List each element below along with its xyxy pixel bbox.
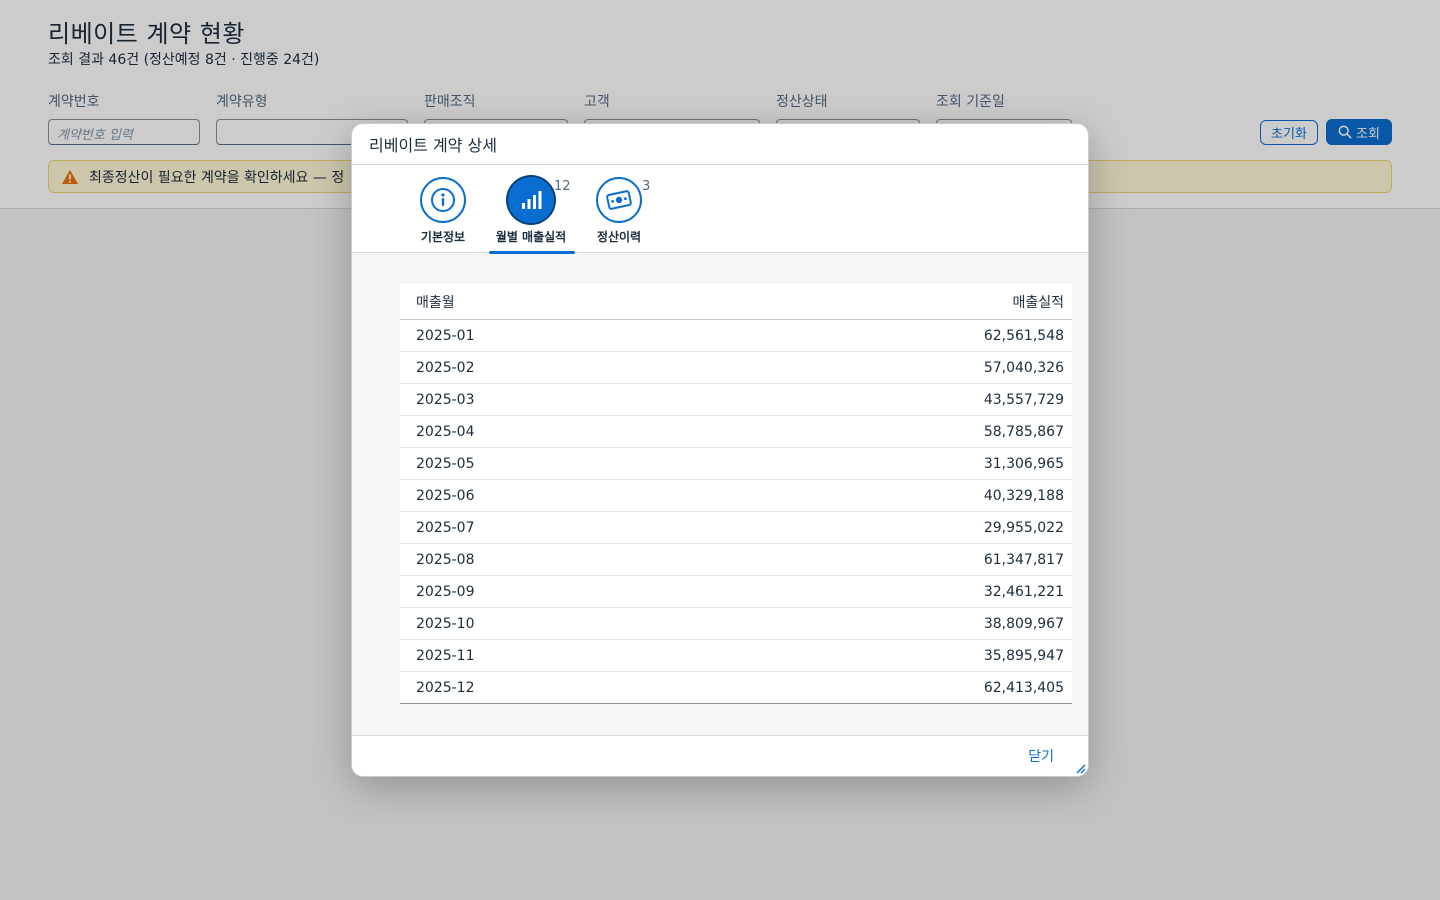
row-amount: 31,306,965 [983,455,1064,472]
row-amount: 62,413,405 [983,679,1064,696]
row-amount: 32,461,221 [983,583,1064,600]
tab-basic-info-label: 기본정보 [420,230,466,244]
row-amount: 38,809,967 [983,615,1064,632]
table-row[interactable]: 2025-01 62,561,548 [400,320,1072,352]
row-amount: 61,347,817 [983,551,1064,568]
row-amount: 40,329,188 [983,487,1064,504]
row-amount: 58,785,867 [983,423,1064,440]
row-month: 2025-12 [416,679,475,696]
resize-handle-icon[interactable] [1074,762,1086,774]
table-row[interactable]: 2025-04 58,785,867 [400,416,1072,448]
table-row[interactable]: 2025-05 31,306,965 [400,448,1072,480]
tab-basic-info[interactable]: 기본정보 [398,177,488,253]
icon-tab-bar: 기본정보 월별 매출실적 12 정산이력 3 [352,165,1088,254]
row-month: 2025-10 [416,615,475,632]
row-amount: 29,955,022 [983,519,1064,536]
row-amount: 62,561,548 [983,327,1064,344]
table-header: 매출월 매출실적 [400,284,1072,320]
table-row[interactable]: 2025-03 43,557,729 [400,384,1072,416]
row-month: 2025-11 [416,647,475,664]
column-header-month: 매출월 [416,294,455,311]
row-month: 2025-02 [416,359,475,376]
row-month: 2025-04 [416,423,475,440]
column-header-amount: 매출실적 [1012,294,1064,311]
table-row[interactable]: 2025-10 38,809,967 [400,608,1072,640]
tab-monthly-sales-label: 월별 매출실적 [495,230,567,244]
close-button[interactable]: 닫기 [1028,746,1054,766]
tab-settlement-history[interactable]: 정산이력 3 [574,177,664,253]
table-row[interactable]: 2025-12 62,413,405 [400,672,1072,704]
row-month: 2025-05 [416,455,475,472]
row-month: 2025-06 [416,487,475,504]
dialog-footer: 닫기 [352,735,1088,776]
money-icon [596,177,642,223]
tab-settlement-history-label: 정산이력 [596,230,642,244]
monthly-sales-table: 매출월 매출실적 2025-01 62,561,548 2025-02 57,040… [400,284,1072,704]
row-month: 2025-08 [416,551,475,568]
row-month: 2025-09 [416,583,475,600]
row-month: 2025-03 [416,391,475,408]
row-amount: 57,040,326 [983,359,1064,376]
tab-content-area: 매출월 매출실적 2025-01 62,561,548 2025-02 57,040… [352,254,1088,736]
dialog-header: 리베이트 계약 상세 [352,124,1088,165]
table-row[interactable]: 2025-07 29,955,022 [400,512,1072,544]
table-row[interactable]: 2025-06 40,329,188 [400,480,1072,512]
row-amount: 43,557,729 [983,391,1064,408]
row-amount: 35,895,947 [983,647,1064,664]
contract-detail-dialog: 리베이트 계약 상세 기본정보 월별 매출실적 12 정산이력 3 매출월 매출… [351,123,1089,777]
info-icon [420,177,466,223]
table-row[interactable]: 2025-11 35,895,947 [400,640,1072,672]
tab-monthly-sales[interactable]: 월별 매출실적 12 [486,177,576,254]
row-month: 2025-07 [416,519,475,536]
tab-monthly-sales-count: 12 [554,179,571,194]
table-row[interactable]: 2025-02 57,040,326 [400,352,1072,384]
table-row[interactable]: 2025-08 61,347,817 [400,544,1072,576]
dialog-title: 리베이트 계약 상세 [369,136,497,155]
table-row[interactable]: 2025-09 32,461,221 [400,576,1072,608]
row-month: 2025-01 [416,327,475,344]
tab-settlement-history-count: 3 [642,179,651,194]
bar-chart-icon [508,177,554,223]
